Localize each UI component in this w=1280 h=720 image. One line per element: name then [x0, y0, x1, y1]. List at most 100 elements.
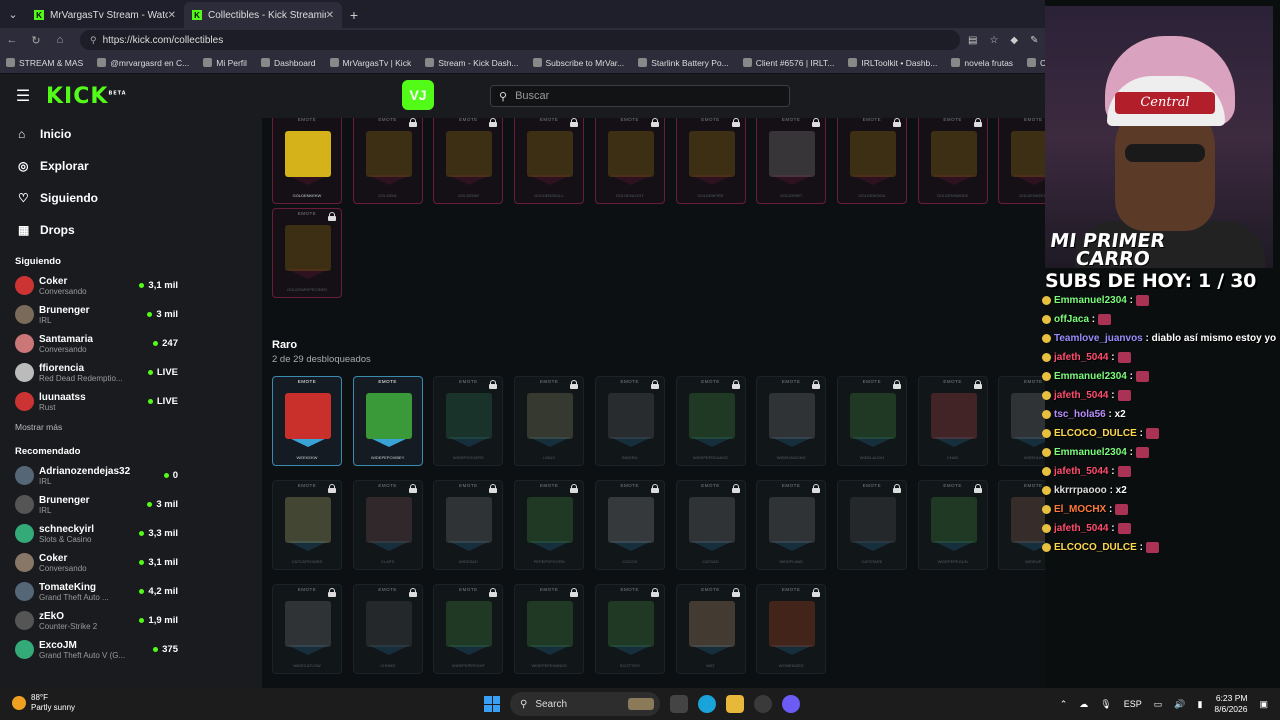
collectible-card[interactable]: EMOTE WIDEHUH — [998, 376, 1045, 466]
bookmark-item[interactable]: Dashboard — [260, 58, 316, 68]
channel-item[interactable]: zEkO Counter-Strike 2 1,9 mil — [0, 606, 178, 635]
collectible-card[interactable]: EMOTE GOLDENLOOT — [594, 118, 665, 204]
channel-item[interactable]: TomateKing Grand Theft Auto ... 4,2 mil — [0, 577, 178, 606]
collectible-card[interactable]: EMOTE WIDECATLOW — [272, 584, 342, 674]
show-more-link[interactable]: Mostrar más — [0, 422, 262, 432]
tab-mrvargastv[interactable]: K MrVargasTv Stream - Watch Live o ✕ — [26, 2, 184, 28]
collectible-card[interactable]: EMOTE GOLDENGIGA — [836, 118, 907, 204]
home-icon[interactable]: ⌂ — [48, 34, 72, 46]
file-explorer-icon[interactable] — [726, 695, 744, 713]
channel-item[interactable]: Adrianozendejas32 IRL 0 — [0, 461, 178, 490]
channel-item[interactable]: Brunenger IRL 3 mil — [0, 300, 178, 329]
collectible-card[interactable]: EMOTE WIDEPEPEGUN — [917, 480, 988, 570]
channel-item[interactable]: Coker Conversando 3,1 mil — [0, 548, 178, 577]
sidebar-nav-siguiendo[interactable]: ♡ Siguiendo — [0, 182, 262, 214]
channel-item[interactable]: Santamaria Conversando 247 — [0, 329, 178, 358]
taskbar-search[interactable]: ⚲ Search — [510, 692, 660, 716]
obs-icon[interactable] — [754, 695, 772, 713]
collectible-card[interactable]: EMOTE WEEKEKW — [272, 376, 342, 466]
bookmark-item[interactable]: novela frutas — [951, 58, 1013, 68]
collectible-card[interactable]: EMOTE LINUX — [514, 376, 585, 466]
weather-widget[interactable]: 88°F Partly sunny — [12, 693, 75, 713]
network-icon[interactable]: ▭ — [1154, 699, 1163, 710]
collectible-card[interactable]: EMOTE WIDEPEPEFIGHT — [433, 584, 504, 674]
collectible-card[interactable]: EMOTE CATSTARE — [836, 480, 907, 570]
bookmark-item[interactable]: Starlink Battery Po... — [638, 58, 729, 68]
bookmark-item[interactable]: Mi Perfil — [203, 58, 247, 68]
tab-collectibles[interactable]: K Collectibles - Kick Streaming ✕ — [184, 2, 342, 28]
mic-icon[interactable]: 🎙 — [1100, 699, 1111, 710]
collectible-card[interactable]: EMOTE GOLDENPEPECRIED — [272, 208, 342, 298]
back-icon[interactable]: ← — [0, 34, 24, 46]
tab-list-chevron-icon[interactable]: ⌄ — [0, 0, 26, 28]
collectible-card[interactable]: EMOTE GOLDENL — [352, 118, 423, 204]
close-tab-icon[interactable]: ✕ — [168, 10, 176, 21]
collectible-card[interactable]: EMOTE CATSAD — [675, 480, 746, 570]
collectible-card[interactable]: EMOTE GOLDENSMOKE — [917, 118, 988, 204]
collectible-card[interactable]: EMOTE WIDESAD — [433, 480, 504, 570]
battery-icon[interactable]: ▮ — [1197, 699, 1202, 710]
kick-logo[interactable]: KICKBETA — [46, 84, 127, 109]
user-avatar[interactable]: VJ — [402, 80, 434, 110]
bookmark-item[interactable]: @mrvargasrd en C... — [97, 58, 189, 68]
channel-item[interactable]: ffiorencia Red Dead Redemptio... LIVE — [0, 358, 178, 387]
menu-icon[interactable]: ☰ — [0, 86, 46, 106]
bookmark-item[interactable]: Client #6576 | IRLT... — [742, 58, 834, 68]
discord-icon[interactable] — [782, 695, 800, 713]
collectible-card[interactable]: EMOTE SCOTTIES — [594, 584, 665, 674]
close-tab-icon[interactable]: ✕ — [326, 10, 334, 21]
collectible-card[interactable]: EMOTE CLAPS — [352, 480, 423, 570]
extension-icon[interactable]: ◆ — [1010, 35, 1018, 46]
channel-item[interactable]: schneckyirl Slots & Casino 3,3 mil — [0, 519, 178, 548]
volume-icon[interactable]: 🔊 — [1174, 699, 1185, 710]
collectible-card[interactable]: EMOTE PEPEPOPCORN — [514, 480, 585, 570]
collectible-card[interactable]: EMOTE GOLDENW — [433, 118, 504, 204]
channel-item[interactable]: luunaatss Rust LIVE — [0, 387, 178, 416]
collectible-card[interactable]: EMOTE COCOS — [594, 480, 665, 570]
collectible-card[interactable]: EMOTE GOLDENKEKW — [272, 118, 342, 204]
search-input[interactable]: ⚲ Buscar — [490, 85, 790, 107]
bookmark-item[interactable]: Cu — [1027, 58, 1045, 68]
collectible-card[interactable]: EMOTE WIDEPEPEHANDS — [514, 584, 585, 674]
collectible-card[interactable]: EMOTE CHOMS — [352, 584, 423, 674]
url-field[interactable]: ⚲ https://kick.com/collectibles — [80, 30, 960, 50]
collectible-card[interactable]: EMOTE CATCATROWER — [272, 480, 342, 570]
sidebar-nav-drops[interactable]: ▦ Drops — [0, 214, 262, 246]
pen-icon[interactable]: ✎ — [1030, 35, 1038, 46]
channel-item[interactable]: Brunenger IRL 3 mil — [0, 490, 178, 519]
collectible-card[interactable]: EMOTE GOLDENFIRE — [675, 118, 746, 204]
windows-start-icon[interactable] — [484, 696, 500, 712]
bookmark-item[interactable]: Subscribe to MrVar... — [532, 58, 624, 68]
collectible-card[interactable]: EMOTE WIDELAUGH — [836, 376, 907, 466]
channel-item[interactable]: ExcoJM Grand Theft Auto V (G... 375 — [0, 635, 178, 664]
language-indicator[interactable]: ESP — [1124, 699, 1142, 709]
edge-icon[interactable] — [698, 695, 716, 713]
bookmark-item[interactable]: Stream - Kick Dash... — [425, 58, 519, 68]
collectible-card[interactable]: EMOTE WIDEUP — [998, 480, 1045, 570]
collectible-card[interactable]: EMOTE GOLDENRT — [756, 118, 827, 204]
cloud-icon[interactable]: ☁ — [1079, 699, 1088, 710]
channel-item[interactable]: Coker Conversando 3,1 mil — [0, 271, 178, 300]
new-tab-icon[interactable]: + — [342, 2, 366, 28]
bookmark-item[interactable]: IRLToolkit • Dashb... — [848, 58, 937, 68]
notification-icon[interactable]: ▣ — [1259, 699, 1268, 710]
collectible-card[interactable]: EMOTE BINGRU — [594, 376, 665, 466]
star-icon[interactable]: ☆ — [989, 35, 998, 46]
sidebar-nav-explorar[interactable]: ◎ Explorar — [0, 150, 262, 182]
collectible-card[interactable]: EMOTE WIDEPLANE — [756, 480, 827, 570]
collectible-card[interactable]: EMOTE WIDEPOGGERS — [433, 376, 504, 466]
collectible-card[interactable]: EMOTE WIDEDANCING — [756, 376, 827, 466]
sidebar-nav-inicio[interactable]: ⌂ Inicio — [0, 118, 262, 150]
reload-icon[interactable]: ↻ — [24, 34, 48, 47]
tray-chevron-icon[interactable]: ⌃ — [1060, 699, 1068, 710]
task-view-icon[interactable] — [670, 695, 688, 713]
collectible-card[interactable]: EMOTE WIDEPEPOVIBEY — [352, 376, 423, 466]
collectible-card[interactable]: EMOTE WIDEPEPEDANCE — [675, 376, 746, 466]
collectible-card[interactable]: EMOTE CHAD — [917, 376, 988, 466]
site-info-icon[interactable]: ⚲ — [90, 35, 97, 46]
collectible-card[interactable]: EMOTE GOLDENSKULL — [514, 118, 585, 204]
bookmark-item[interactable]: STREAM & MAS — [6, 58, 83, 68]
reader-icon[interactable]: ▤ — [968, 35, 977, 46]
bookmark-item[interactable]: MrVargasTv | Kick — [329, 58, 411, 68]
collectible-card[interactable]: EMOTE WAT — [675, 584, 746, 674]
